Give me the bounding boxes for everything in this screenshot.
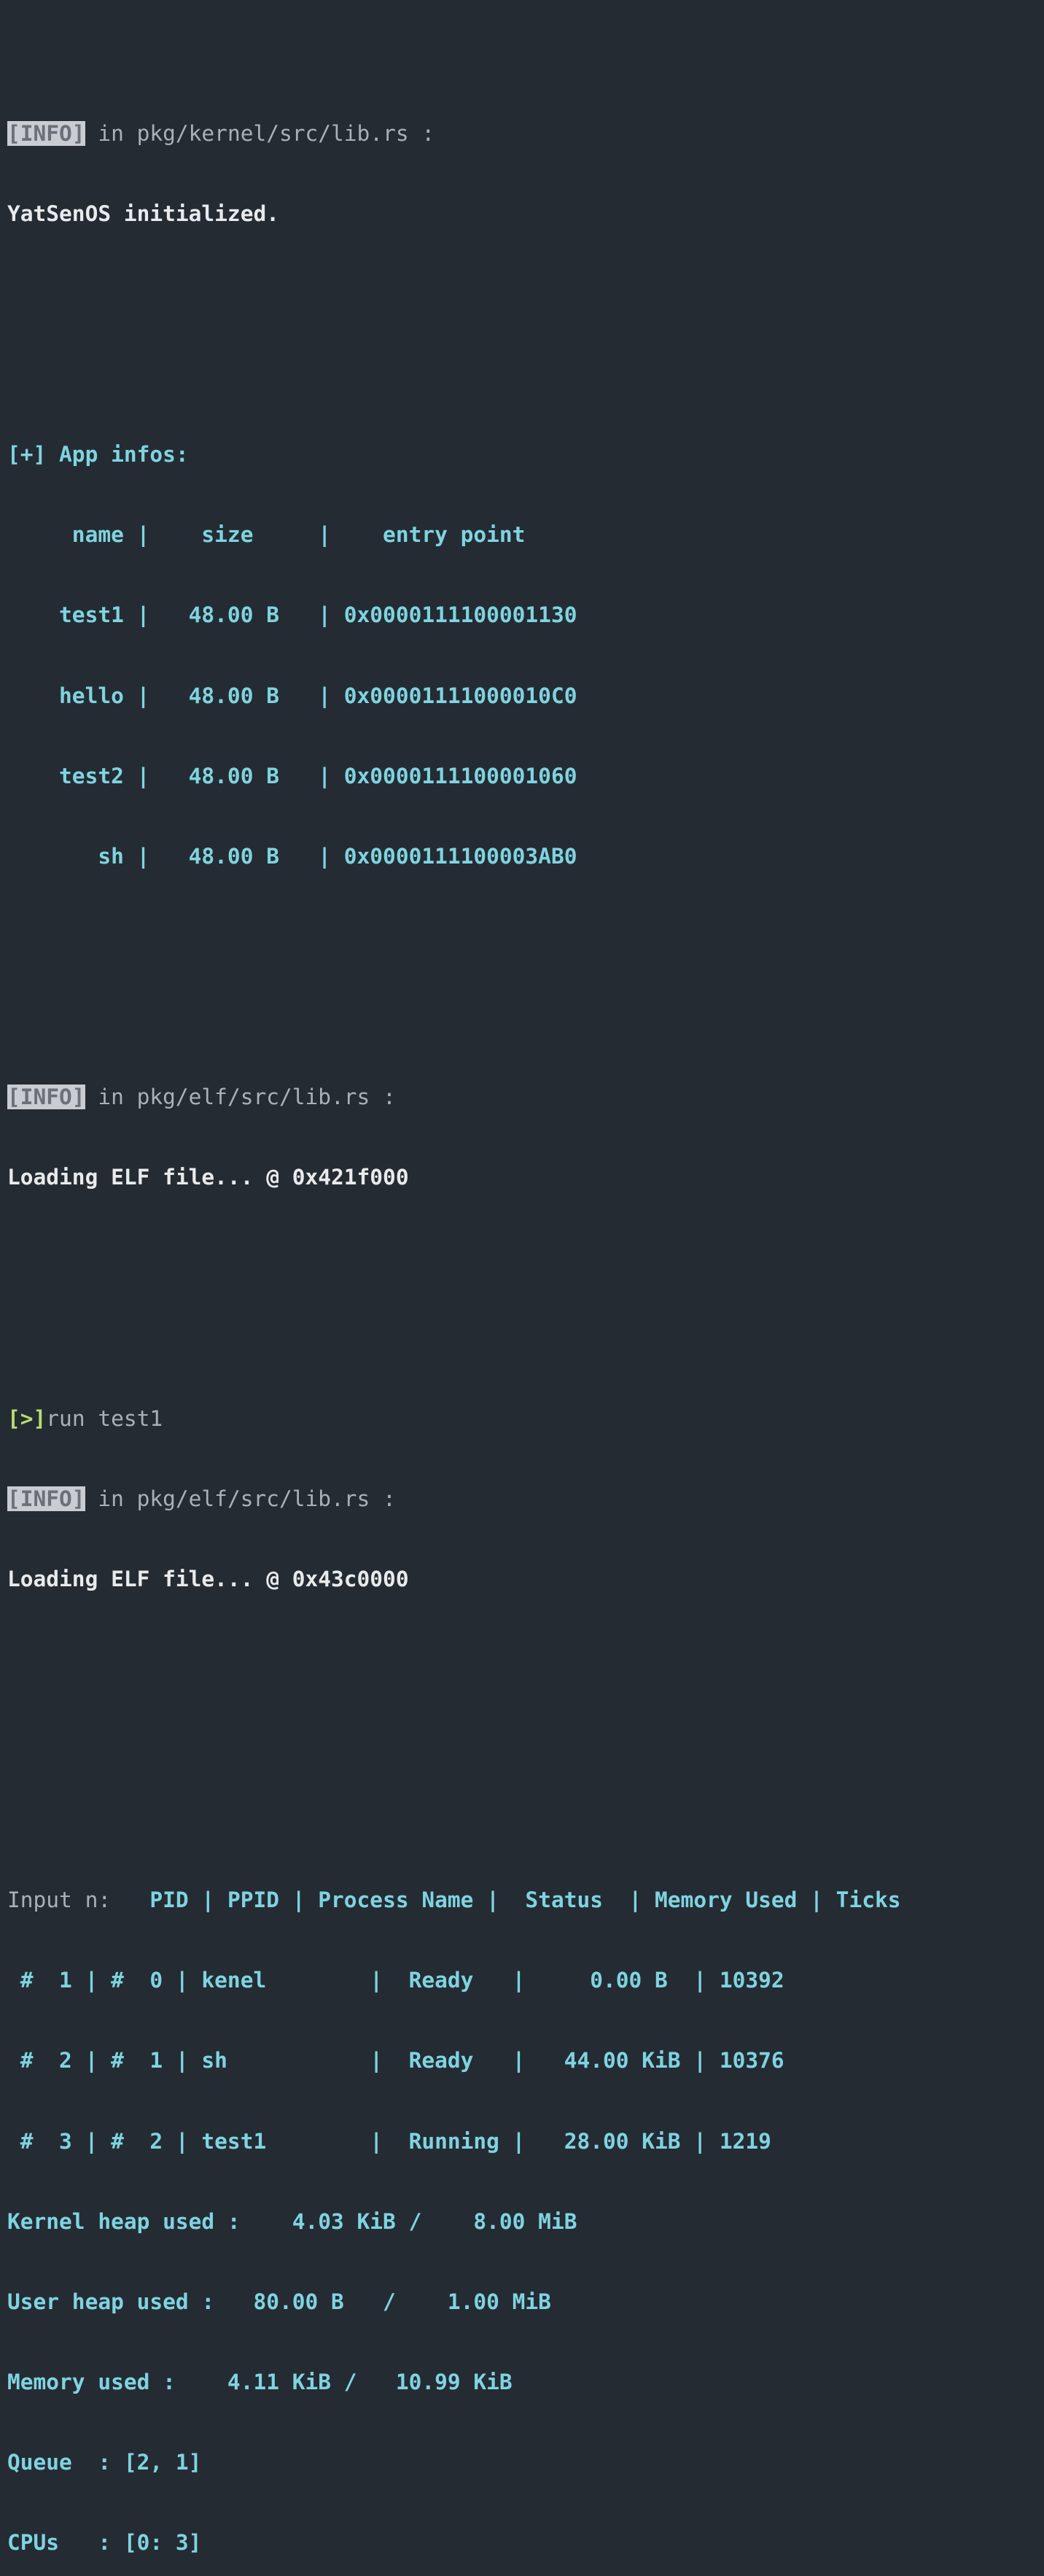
process-table-row: # 3 | # 2 | test1 | Running | 28.00 KiB … xyxy=(7,2128,1044,2155)
command-text: run test1 xyxy=(46,1405,163,1431)
log-line-elf-info: [INFO] in pkg/elf/src/lib.rs : xyxy=(7,1084,1044,1111)
queue-text: Queue : [2, 1] xyxy=(7,2449,202,2475)
memory-used-stat: Memory used : 4.11 KiB / 10.99 KiB xyxy=(7,2369,1044,2396)
app-table-row: test2 | 48.00 B | 0x0000111100001060 xyxy=(7,763,1044,790)
prompt-symbol: [>] xyxy=(7,1405,47,1431)
log-line-kernel-info: [INFO] in pkg/kernel/src/lib.rs : xyxy=(7,120,1044,147)
app-row-text: test2 | 48.00 B | 0x0000111100001060 xyxy=(7,763,577,788)
cpus-stat: CPUs : [0: 3] xyxy=(7,2529,1044,2556)
app-infos-label: [+] App infos: xyxy=(7,442,189,468)
log-line-kernel-initialized: YatSenOS initialized. xyxy=(7,201,1044,228)
memory-used-text: Memory used : 4.11 KiB / 10.99 KiB xyxy=(7,2369,513,2394)
log-location: in pkg/elf/src/lib.rs : xyxy=(85,1486,396,1511)
elf-loading-text: Loading ELF file... @ 0x421f000 xyxy=(7,1165,409,1190)
kernel-initialized-text: YatSenOS initialized. xyxy=(7,201,279,226)
elf-loading-line: Loading ELF file... @ 0x43c0000 xyxy=(7,1566,1044,1593)
process-table-row: # 2 | # 1 | sh | Ready | 44.00 KiB | 103… xyxy=(7,2047,1044,2074)
log-location: in pkg/elf/src/lib.rs : xyxy=(85,1085,396,1110)
elf-loading-line: Loading ELF file... @ 0x421f000 xyxy=(7,1164,1044,1191)
queue-stat: Queue : [2, 1] xyxy=(7,2449,1044,2476)
app-infos-header: [+] App infos: xyxy=(7,441,1044,468)
user-heap-stat: User heap used : 80.00 B / 1.00 MiB xyxy=(7,2289,1044,2316)
log-line-elf-info: [INFO] in pkg/elf/src/lib.rs : xyxy=(7,1486,1044,1513)
process-row-text: # 3 | # 2 | test1 | Running | 28.00 KiB … xyxy=(7,2128,771,2154)
app-row-text: hello | 48.00 B | 0x00001111000010C0 xyxy=(7,683,577,708)
info-tag: [INFO] xyxy=(7,120,85,146)
cpus-text: CPUs : [0: 3] xyxy=(7,2530,202,2556)
process-table-header-row: Input n: PID | PPID | Process Name | Sta… xyxy=(7,1887,1044,1914)
log-location: in pkg/kernel/src/lib.rs : xyxy=(85,120,435,146)
input-prompt-label: Input n: xyxy=(7,1888,112,1913)
app-table-header: name | size | entry point xyxy=(7,521,1044,548)
info-tag: [INFO] xyxy=(7,1085,85,1110)
terminal-output[interactable]: [INFO] in pkg/kernel/src/lib.rs : YatSen… xyxy=(0,0,1044,2576)
process-table-columns: PID | PPID | Process Name | Status | Mem… xyxy=(111,1888,901,1913)
app-table-row: test1 | 48.00 B | 0x0000111100001130 xyxy=(7,602,1044,629)
app-table-header-text: name | size | entry point xyxy=(7,522,526,548)
process-row-text: # 1 | # 0 | kenel | Ready | 0.00 B | 103… xyxy=(7,1968,784,1993)
elf-loading-text: Loading ELF file... @ 0x43c0000 xyxy=(7,1566,409,1591)
app-row-text: sh | 48.00 B | 0x0000111100003AB0 xyxy=(7,843,577,869)
app-table-row: sh | 48.00 B | 0x0000111100003AB0 xyxy=(7,843,1044,870)
app-table-row: hello | 48.00 B | 0x00001111000010C0 xyxy=(7,683,1044,710)
info-tag: [INFO] xyxy=(7,1486,85,1511)
process-row-text: # 2 | # 1 | sh | Ready | 44.00 KiB | 103… xyxy=(7,2048,784,2073)
user-heap-text: User heap used : 80.00 B / 1.00 MiB xyxy=(7,2289,551,2314)
kernel-heap-text: Kernel heap used : 4.03 KiB / 8.00 MiB xyxy=(7,2208,577,2234)
kernel-heap-stat: Kernel heap used : 4.03 KiB / 8.00 MiB xyxy=(7,2208,1044,2235)
process-table-row: # 1 | # 0 | kenel | Ready | 0.00 B | 103… xyxy=(7,1967,1044,1994)
app-row-text: test1 | 48.00 B | 0x0000111100001130 xyxy=(7,602,577,628)
shell-prompt-line[interactable]: [>]run test1 xyxy=(7,1405,1044,1432)
